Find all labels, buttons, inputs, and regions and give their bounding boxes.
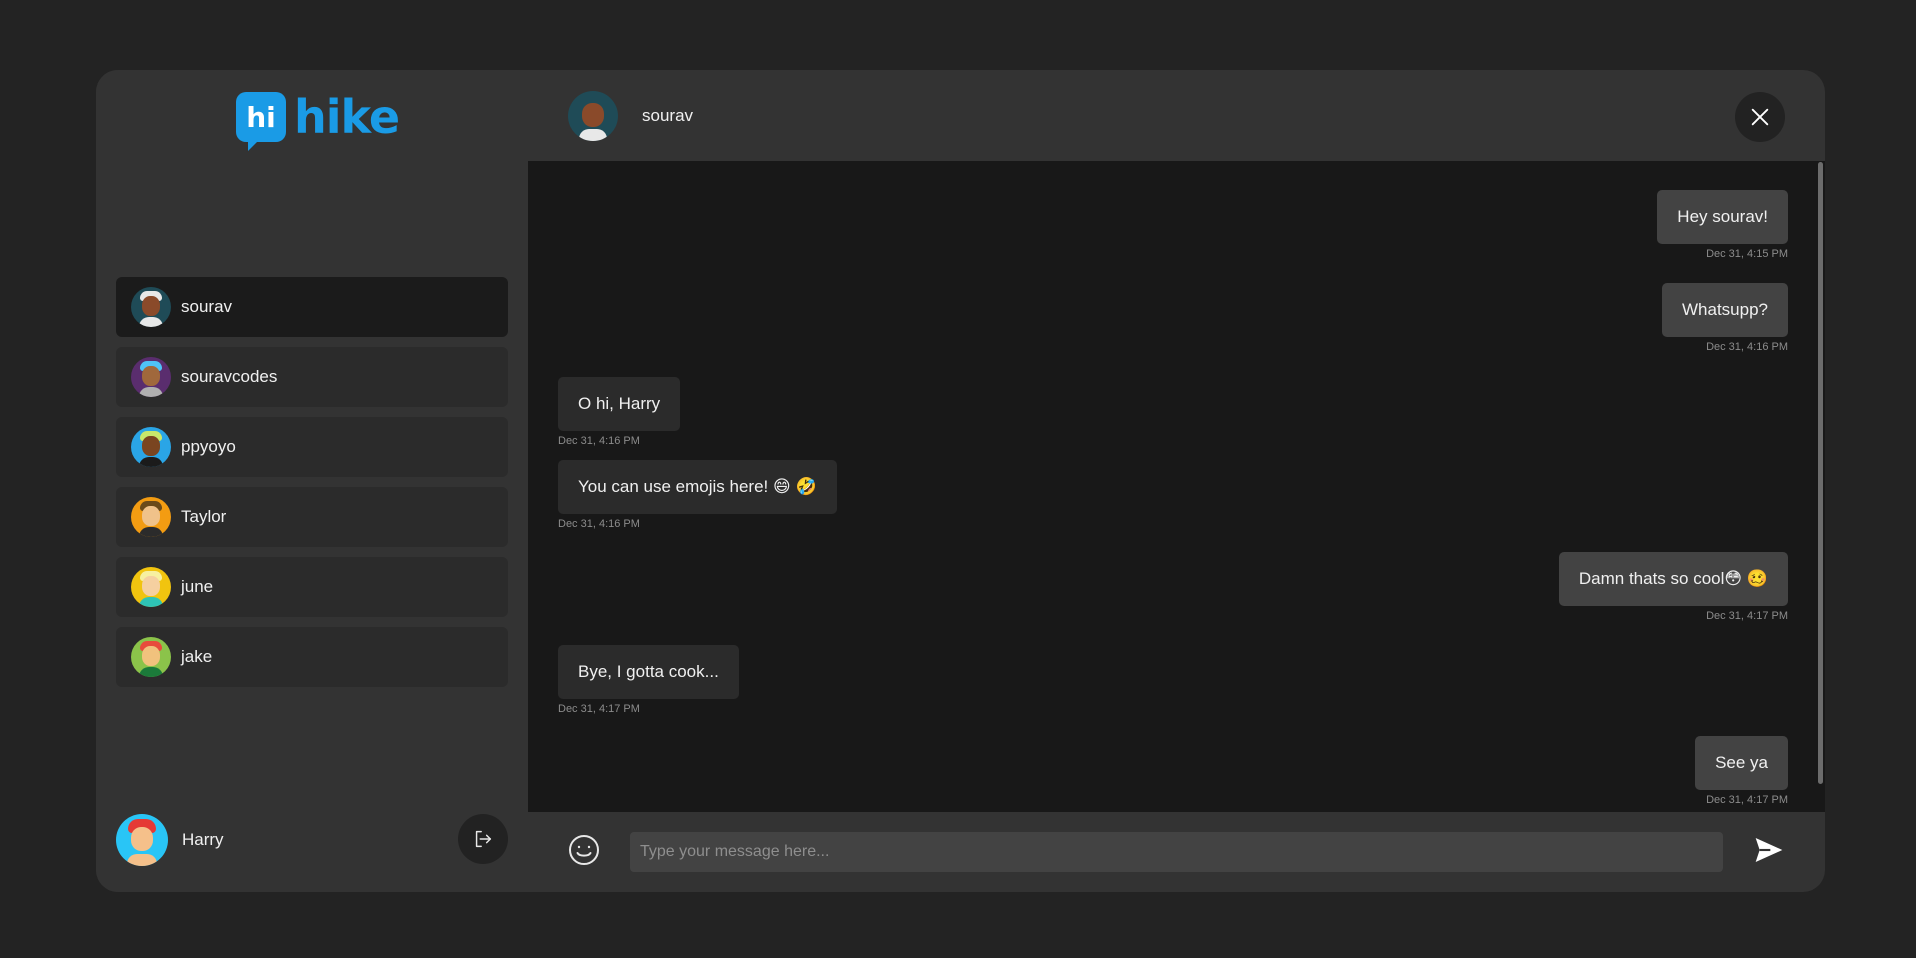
contact-name: sourav — [181, 297, 233, 316]
hike-logo-text: hike — [294, 90, 400, 144]
avatar — [131, 357, 171, 397]
message-bubble: Whatsupp? — [1662, 283, 1788, 337]
message-outgoing: See ya Dec 31, 4:17 PM — [1695, 736, 1788, 806]
message-time: Dec 31, 4:17 PM — [1706, 794, 1788, 806]
message-time: Dec 31, 4:17 PM — [1706, 610, 1788, 622]
send-icon — [1755, 838, 1783, 862]
emoji-button[interactable] — [566, 832, 602, 868]
message-outgoing: Damn thats so cool😳 🥴 Dec 31, 4:17 PM — [1558, 552, 1788, 622]
contact-name: Taylor — [181, 507, 227, 526]
contact-item-june[interactable]: june — [116, 557, 508, 617]
message-bubble: See ya — [1695, 736, 1788, 790]
avatar — [131, 287, 171, 327]
message-incoming: O hi, Harry Dec 31, 4:16 PM — [558, 377, 681, 447]
message-outgoing: Whatsupp? Dec 31, 4:16 PM — [1662, 283, 1788, 353]
contact-name: souravcodes — [181, 367, 278, 386]
close-chat-button[interactable] — [1735, 92, 1785, 142]
contact-name: ppyoyo — [181, 437, 236, 456]
contact-name: june — [181, 577, 214, 596]
message-input[interactable] — [630, 832, 1723, 872]
smiley-icon — [569, 835, 599, 865]
message-bubble: Hey sourav! — [1657, 190, 1788, 244]
logout-button[interactable] — [458, 814, 508, 864]
logout-icon — [475, 830, 492, 848]
message-time: Dec 31, 4:16 PM — [558, 518, 640, 530]
avatar — [131, 567, 171, 607]
contact-list: sourav souravcodes ppyoyo Taylor june ja… — [116, 277, 508, 697]
message-time: Dec 31, 4:15 PM — [1706, 248, 1788, 260]
chat-header: sourav — [528, 70, 1825, 161]
message-composer — [528, 812, 1825, 892]
chat-panel: sourav Hey sourav! Dec 31, 4:15 PM Whats… — [528, 70, 1825, 892]
message-incoming: You can use emojis here! 😄 🤣 Dec 31, 4:1… — [558, 460, 837, 530]
chat-app-window: hi hike sourav souravcodes ppyoyo Taylor… — [96, 70, 1825, 892]
hike-logo: hi hike — [236, 90, 400, 151]
sidebar: hi hike sourav souravcodes ppyoyo Taylor… — [96, 70, 528, 892]
message-bubble: Bye, I gotta cook... — [558, 645, 739, 699]
message-outgoing: Hey sourav! Dec 31, 4:15 PM — [1657, 190, 1788, 260]
message-list: Hey sourav! Dec 31, 4:15 PM Whatsupp? De… — [528, 161, 1825, 812]
hike-logo-badge: hi — [236, 92, 286, 151]
avatar — [131, 637, 171, 677]
message-bubble: O hi, Harry — [558, 377, 681, 431]
contact-item-sourav[interactable]: sourav — [116, 277, 508, 337]
contact-item-souravcodes[interactable]: souravcodes — [116, 347, 508, 407]
avatar — [131, 497, 171, 537]
avatar — [131, 427, 171, 467]
current-user-bar: Harry — [116, 812, 508, 868]
message-bubble: Damn thats so cool😳 🥴 — [1558, 552, 1788, 606]
message-incoming: Bye, I gotta cook... Dec 31, 4:17 PM — [558, 645, 739, 715]
current-user-name: Harry — [182, 830, 224, 849]
chat-contact-avatar — [568, 90, 618, 141]
message-time: Dec 31, 4:16 PM — [1706, 341, 1788, 353]
contact-item-taylor[interactable]: Taylor — [116, 487, 508, 547]
contact-name: jake — [181, 647, 213, 666]
message-scrollbar[interactable] — [1818, 162, 1823, 784]
close-icon — [1751, 108, 1769, 126]
contact-item-jake[interactable]: jake — [116, 627, 508, 687]
message-time: Dec 31, 4:17 PM — [558, 703, 640, 715]
contact-item-ppyoyo[interactable]: ppyoyo — [116, 417, 508, 477]
message-time: Dec 31, 4:16 PM — [558, 435, 640, 447]
message-bubble: You can use emojis here! 😄 🤣 — [558, 460, 837, 514]
send-button[interactable] — [1753, 834, 1787, 868]
user-avatar — [116, 814, 168, 866]
chat-contact-name: sourav — [642, 105, 694, 125]
